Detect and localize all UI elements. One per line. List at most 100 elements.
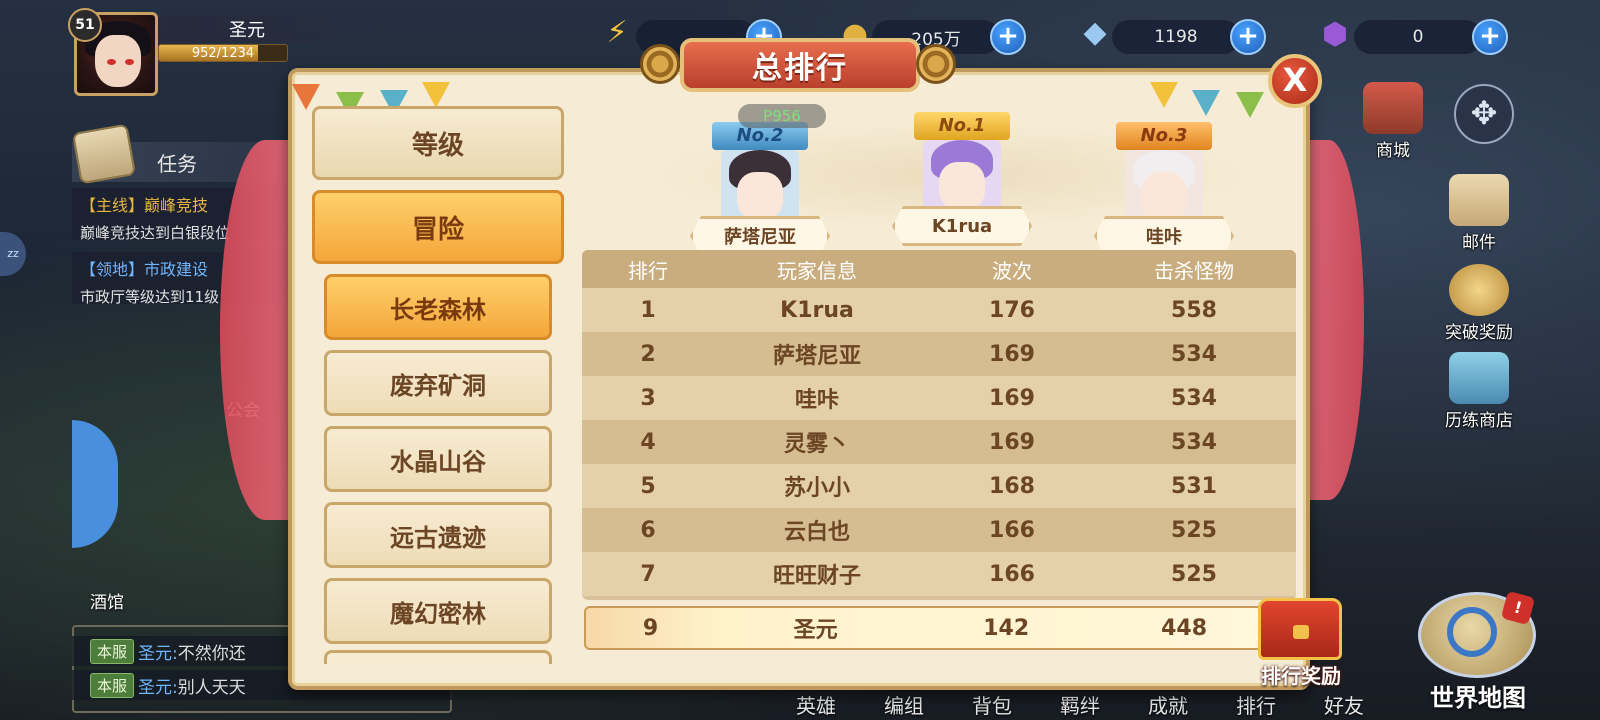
podium-rank-2[interactable]: No.2 萨塔尼亚 bbox=[690, 122, 830, 256]
cell-wave: 176 bbox=[989, 297, 1035, 323]
podium-rank-3[interactable]: No.3 哇咔 bbox=[1094, 122, 1234, 256]
world-map-label[interactable]: 世界地图 bbox=[1418, 678, 1538, 713]
cell-kills: 534 bbox=[1171, 385, 1217, 411]
scroll-icon bbox=[71, 123, 137, 185]
rank-3-badge: No.3 bbox=[1116, 122, 1212, 150]
task-tag: 【主线】 bbox=[80, 196, 145, 215]
training-shop-button[interactable]: 历练商店 bbox=[1424, 352, 1534, 431]
cell-player: 哇咔 bbox=[794, 388, 839, 413]
table-row[interactable]: 6 云白也 166 525 bbox=[582, 508, 1296, 552]
xp-text: 952/1234 bbox=[191, 45, 255, 61]
table-body: 1 K1rua 176 558 2 萨塔尼亚 169 534 3 哇咔 169 … bbox=[582, 288, 1296, 596]
cell-player: 云白也 bbox=[783, 520, 850, 545]
my-rank-row: 9 圣元 142 448 bbox=[584, 606, 1274, 650]
cell-wave: 169 bbox=[989, 385, 1035, 411]
chat-server-tag: 本服 bbox=[90, 672, 135, 698]
close-button[interactable]: X bbox=[1268, 54, 1322, 108]
player-level-badge: 51 bbox=[68, 8, 102, 42]
dialog-title: 总排行 bbox=[680, 38, 920, 92]
cell-kills: 534 bbox=[1171, 341, 1217, 367]
tavern-label[interactable]: 酒馆 bbox=[90, 588, 124, 613]
rank-1-name: K1rua bbox=[892, 206, 1032, 246]
cell-player: 旺旺财子 bbox=[772, 564, 861, 589]
bunting-flag bbox=[1192, 90, 1220, 116]
mail-button[interactable]: 邮件 bbox=[1424, 174, 1534, 253]
table-row[interactable]: 4 灵雾丶 169 534 bbox=[582, 420, 1296, 464]
subcategory-magic-forest[interactable]: 魔幻密林 bbox=[324, 578, 552, 644]
nav-friends[interactable]: 好友 bbox=[1300, 690, 1388, 718]
header-kills: 击杀怪物 bbox=[1154, 258, 1234, 283]
rank-1-badge: No.1 bbox=[914, 112, 1010, 140]
subcategory-crystal-valley[interactable]: 水晶山谷 bbox=[324, 426, 552, 492]
table-row[interactable]: 2 萨塔尼亚 169 534 bbox=[582, 332, 1296, 376]
podium-rank-1[interactable]: No.1 K1rua bbox=[892, 112, 1032, 246]
cell-kills: 525 bbox=[1171, 561, 1217, 587]
cell-player: 灵雾丶 bbox=[783, 432, 850, 457]
subcategory-elder-forest[interactable]: 长老森林 bbox=[324, 274, 552, 340]
nav-bond[interactable]: 羁绊 bbox=[1036, 690, 1124, 718]
treasure-chest-icon[interactable] bbox=[1258, 598, 1342, 660]
category-level-tab[interactable]: 等级 bbox=[312, 106, 564, 180]
nav-team[interactable]: 编组 bbox=[860, 690, 948, 718]
nav-achievements[interactable]: 成就 bbox=[1124, 690, 1212, 718]
bunting-flag bbox=[1150, 82, 1178, 108]
cell-player: 萨塔尼亚 bbox=[772, 344, 861, 369]
more-subcategories-hint bbox=[324, 650, 552, 664]
rank-1-portrait bbox=[923, 140, 1001, 210]
move-cross-icon[interactable]: ✥ bbox=[1454, 84, 1514, 144]
chest-lock bbox=[1293, 625, 1309, 639]
crystal-icon: ⬢ bbox=[1321, 17, 1349, 52]
player-id-overlay: P956 bbox=[738, 104, 826, 128]
avatar-eye bbox=[107, 59, 116, 65]
header-wave: 波次 bbox=[992, 258, 1032, 283]
table-row[interactable]: 3 哇咔 169 534 bbox=[582, 376, 1296, 420]
portrait-face bbox=[939, 162, 985, 210]
subcategory-abandoned-mine[interactable]: 废弃矿洞 bbox=[324, 350, 552, 416]
header-rank: 排行 bbox=[628, 258, 668, 283]
chat-message: 别人天天 bbox=[177, 677, 246, 698]
bottom-nav: 英雄 编组 背包 羁绊 成就 排行 好友 bbox=[772, 690, 1388, 718]
cell-rank: 6 bbox=[640, 517, 656, 543]
training-shop-label: 历练商店 bbox=[1445, 411, 1513, 431]
chat-sender: 圣元: bbox=[138, 677, 178, 698]
xp-bar: 952/1234 bbox=[158, 44, 288, 62]
breakthrough-reward-button[interactable]: 突破奖励 bbox=[1424, 264, 1534, 343]
cell-wave: 169 bbox=[989, 429, 1035, 455]
table-header: 排行 玩家信息 波次 击杀怪物 bbox=[582, 250, 1296, 288]
player-name: 圣元 bbox=[158, 16, 336, 42]
rank-3-portrait bbox=[1125, 150, 1203, 220]
nav-heroes[interactable]: 英雄 bbox=[772, 690, 860, 718]
nav-bag[interactable]: 背包 bbox=[948, 690, 1036, 718]
gold-add-button[interactable]: + bbox=[990, 19, 1026, 55]
cell-kills: 558 bbox=[1171, 297, 1217, 323]
cell-kills: 531 bbox=[1171, 473, 1217, 499]
table-row[interactable]: 7 旺旺财子 166 525 bbox=[582, 552, 1296, 596]
my-name: 圣元 bbox=[793, 618, 838, 643]
nav-ranking[interactable]: 排行 bbox=[1212, 690, 1300, 718]
mail-label: 邮件 bbox=[1462, 233, 1496, 253]
cell-rank: 1 bbox=[640, 297, 656, 323]
cell-rank: 5 bbox=[640, 473, 656, 499]
diamond-add-button[interactable]: + bbox=[1230, 19, 1266, 55]
table-row[interactable]: 5 苏小小 168 531 bbox=[582, 464, 1296, 508]
bunting-flag bbox=[422, 82, 450, 108]
ranking-table: 排行 玩家信息 波次 击杀怪物 1 K1rua 176 558 2 萨塔尼亚 1… bbox=[582, 250, 1296, 600]
cell-rank: 7 bbox=[640, 561, 656, 587]
cell-wave: 166 bbox=[989, 561, 1035, 587]
gear-icon bbox=[916, 44, 956, 84]
crystal-add-button[interactable]: + bbox=[1472, 19, 1508, 55]
subcategory-ancient-ruins[interactable]: 远古遗迹 bbox=[324, 502, 552, 568]
category-adventure-tab[interactable]: 冒险 bbox=[312, 190, 564, 264]
shop-button[interactable]: 商城 bbox=[1338, 82, 1448, 161]
avatar-eye bbox=[125, 59, 134, 65]
ranking-reward-button[interactable]: 排行奖励 bbox=[1246, 660, 1356, 689]
crystal-counter: 0 bbox=[1354, 20, 1482, 54]
chat-sender: 圣元: bbox=[138, 643, 178, 664]
cell-player: 苏小小 bbox=[783, 476, 850, 501]
breakthrough-reward-label: 突破奖励 bbox=[1445, 323, 1513, 343]
training-shop-icon bbox=[1449, 352, 1509, 404]
my-kills: 448 bbox=[1161, 615, 1208, 641]
cell-rank: 4 bbox=[640, 429, 656, 455]
cell-kills: 534 bbox=[1171, 429, 1217, 455]
table-row[interactable]: 1 K1rua 176 558 bbox=[582, 288, 1296, 332]
